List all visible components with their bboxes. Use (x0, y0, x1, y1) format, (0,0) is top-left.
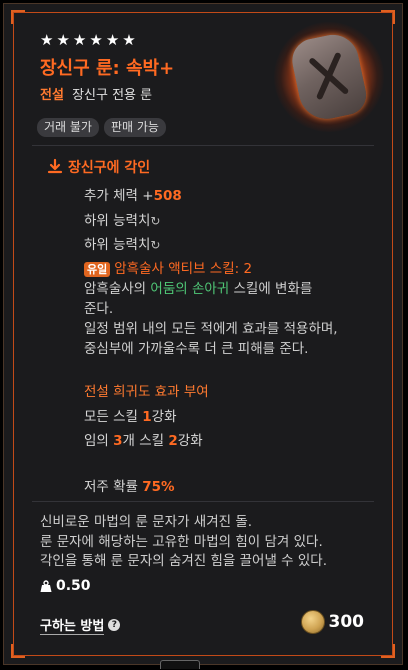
sell-price: 300 (300, 610, 365, 634)
stat-label: 추가 체력 + (84, 188, 154, 204)
how-to-get-label[interactable]: 구하는 방법 (40, 615, 105, 635)
label: 모든 스킬 (84, 409, 143, 425)
frame-corner (11, 10, 25, 24)
bottom-tab-handle (160, 660, 200, 669)
item-subtitle: 전설 장신구 전용 룬 (40, 84, 152, 103)
weight-icon (40, 579, 52, 592)
grade-label: 전설 (40, 88, 64, 103)
how-to-get-link[interactable]: 구하는 방법 ? (40, 615, 121, 635)
stat-value: 508 (153, 188, 182, 204)
divider (32, 501, 374, 502)
divider (32, 145, 374, 146)
flavor-text: 신비로운 마법의 룬 문자가 새겨진 돌. 룬 문자에 해당하는 고유한 마법의… (40, 513, 327, 572)
rune-glyph-icon (309, 52, 349, 100)
item-weight: 0.50 (40, 578, 91, 594)
star-icon: ★ (122, 31, 136, 49)
refresh-icon: ↻ (150, 238, 161, 252)
sub-option-label: 하위 능력치 (84, 237, 151, 253)
label: 임의 (84, 433, 114, 449)
flavor-line: 각인을 통해 룬 문자의 숨겨진 힘을 끌어낼 수 있다. (40, 553, 328, 569)
label-mid: 개 스킬 (122, 433, 169, 449)
desc-line: 준다. (84, 301, 114, 317)
tag-trade-disabled: 거래 불가 (37, 118, 99, 137)
tag-sellable: 판매 가능 (103, 118, 166, 137)
rune-stone-icon (274, 22, 384, 132)
sub-option-1: 하위 능력치↻ (84, 209, 160, 229)
star-icon: ★ (105, 31, 120, 49)
bonus-health: 추가 체력 +508 (84, 184, 182, 204)
desc-line: 암흑술사의 어둠의 손아귀 스킬에 변화를 (84, 279, 338, 299)
desc-text: 암흑술사의 (84, 281, 151, 297)
frame-corner (381, 644, 395, 658)
legend-rarity-header: 전설 희귀도 효과 부여 (84, 384, 209, 400)
value: 1 (142, 409, 152, 425)
item-title: 장신구 룬: 속박+ (40, 58, 175, 79)
star-icon: ★ (56, 31, 70, 49)
value: 2 (168, 433, 178, 449)
curse-chance: 저주 확률 75% (84, 475, 175, 495)
engrave-header: 장신구에 각인 (68, 160, 151, 176)
suffix: 강화 (177, 433, 203, 449)
type-label: 장신구 전용 룬 (72, 88, 153, 103)
unique-skill-line: 유일 암흑술사 액티브 스킬: 2 (84, 257, 252, 277)
desc-line: 일정 범위 내의 모든 적에게 효과를 적용하며, (84, 321, 338, 337)
gold-coin-icon (300, 610, 325, 634)
value: 75% (142, 479, 175, 495)
price-value: 300 (328, 612, 365, 632)
star-rating: ★ ★ ★ ★ ★ ★ (40, 32, 136, 48)
star-icon: ★ (40, 31, 54, 49)
desc-text: 스킬에 변화를 (229, 281, 313, 297)
all-skill-boost: 모든 스킬 1강화 (84, 405, 177, 425)
random-skill-boost: 임의 3개 스킬 2강화 (84, 429, 203, 449)
desc-line: 중심부에 가까울수록 더 큰 피해를 준다. (84, 341, 309, 357)
count: 3 (113, 433, 123, 449)
flavor-line: 신비로운 마법의 룬 문자가 새겨진 돌. (40, 514, 253, 530)
label: 저주 확률 (84, 479, 143, 495)
flavor-line: 룬 문자에 해당하는 고유한 마법의 힘이 담겨 있다. (40, 533, 323, 550)
engrave-section-header: 장신구에 각인 (47, 157, 151, 177)
frame-corner (11, 644, 25, 658)
download-icon (47, 158, 63, 174)
sub-option-2: 하위 능력치↻ (84, 233, 160, 253)
weight-value: 0.50 (56, 578, 91, 594)
item-tooltip-card: ★ ★ ★ ★ ★ ★ 장신구 룬: 속박+ 전설 장신구 전용 룬 거래 불가… (3, 3, 403, 665)
help-icon[interactable]: ? (108, 619, 121, 631)
unique-skill: 암흑술사 액티브 스킬: 2 (114, 261, 253, 277)
suffix: 강화 (151, 409, 177, 425)
star-icon: ★ (89, 31, 103, 49)
sub-option-label: 하위 능력치 (84, 213, 151, 229)
item-tags: 거래 불가 판매 가능 (37, 118, 166, 137)
unique-badge: 유일 (84, 262, 111, 277)
skill-name-highlight: 어둠의 손아귀 (150, 281, 230, 297)
star-icon: ★ (72, 31, 87, 49)
skill-description: 암흑술사의 어둠의 손아귀 스킬에 변화를 준다. 일정 범위 내의 모든 적에… (84, 279, 338, 359)
refresh-icon: ↻ (150, 214, 161, 228)
